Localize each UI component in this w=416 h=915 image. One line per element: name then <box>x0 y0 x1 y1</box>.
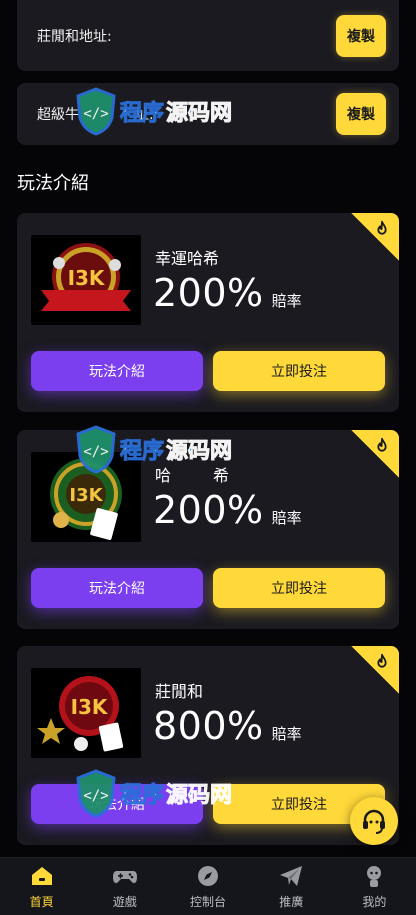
address-label: 莊閒和地址: <box>37 28 112 45</box>
game-name: 幸運哈希 <box>155 249 220 268</box>
flame-icon <box>377 220 387 235</box>
bet-now-button[interactable]: 立即投注 <box>213 568 385 608</box>
nav-item-games[interactable]: 遊戲 <box>83 858 166 915</box>
odds-value: 200% <box>153 271 264 315</box>
address-row-super-bull: 超級牛 址: 複製 <box>17 83 399 145</box>
nav-item-promotion[interactable]: 推廣 <box>250 858 333 915</box>
customer-support-button[interactable] <box>350 797 398 845</box>
page: 莊閒和地址: 複製 超級牛 址: 複製 玩法介紹 I3K 幸運哈希 200% 賠… <box>0 0 416 915</box>
thumb-logo: I3K <box>71 695 109 719</box>
address-label-start: 超級牛 <box>37 107 79 123</box>
game-name-start: 哈 <box>155 466 172 485</box>
game-thumbnail: I3K <box>31 668 141 758</box>
gamepad-icon <box>112 871 137 884</box>
copy-button[interactable]: 複製 <box>336 14 386 57</box>
home-icon <box>31 867 52 885</box>
odds-value: 800% <box>153 704 264 748</box>
headset-icon <box>363 809 385 834</box>
section-title: 玩法介紹 <box>17 173 89 194</box>
nav-item-console[interactable]: 控制台 <box>166 858 249 915</box>
paper-plane-icon <box>280 866 303 886</box>
thumb-logo: I3K <box>68 266 106 290</box>
compass-icon <box>198 866 218 886</box>
game-thumbnail: I3K <box>31 452 141 542</box>
game-name: 哈希 <box>155 462 229 486</box>
nav-item-profile[interactable]: 我的 <box>333 858 416 915</box>
odds-row: 200% 賠率 <box>153 271 302 315</box>
nav-label: 首頁 <box>29 895 54 909</box>
odds-value: 200% <box>153 488 264 532</box>
flame-icon <box>377 653 387 668</box>
game-name-end: 希 <box>213 466 230 485</box>
odds-label: 賠率 <box>271 725 302 743</box>
address-row-zhuangxianhe: 莊閒和地址: 複製 <box>17 0 399 71</box>
nav-label: 我的 <box>362 895 387 909</box>
flame-icon <box>377 437 387 452</box>
game-name: 莊閒和 <box>155 682 204 701</box>
user-icon <box>367 866 382 887</box>
rules-button[interactable]: 玩法介紹 <box>31 351 203 391</box>
thumb-logo: I3K <box>69 485 103 506</box>
odds-row: 200% 賠率 <box>153 488 302 532</box>
rules-button[interactable]: 玩法介紹 <box>31 784 203 824</box>
game-card: I3K 莊閒和 800% 賠率 玩法介紹 立即投注 <box>17 646 399 845</box>
address-label-end: 址: <box>135 107 154 123</box>
bottom-nav: 首頁 遊戲 控制台 推廣 我的 <box>0 857 416 915</box>
odds-label: 賠率 <box>271 509 302 527</box>
nav-label: 推廣 <box>279 895 304 909</box>
nav-label: 控制台 <box>190 895 227 909</box>
game-card: I3K 幸運哈希 200% 賠率 玩法介紹 立即投注 <box>17 213 399 412</box>
game-thumbnail: I3K <box>31 235 141 325</box>
rules-button[interactable]: 玩法介紹 <box>31 568 203 608</box>
nav-item-home[interactable]: 首頁 <box>0 858 83 915</box>
game-card: I3K 哈希 200% 賠率 玩法介紹 立即投注 <box>17 430 399 629</box>
bet-now-button[interactable]: 立即投注 <box>213 351 385 391</box>
nav-label: 遊戲 <box>112 895 137 909</box>
address-label: 超級牛 址: <box>37 104 154 124</box>
odds-label: 賠率 <box>271 292 302 310</box>
odds-row: 800% 賠率 <box>153 704 302 748</box>
copy-button[interactable]: 複製 <box>336 93 386 135</box>
